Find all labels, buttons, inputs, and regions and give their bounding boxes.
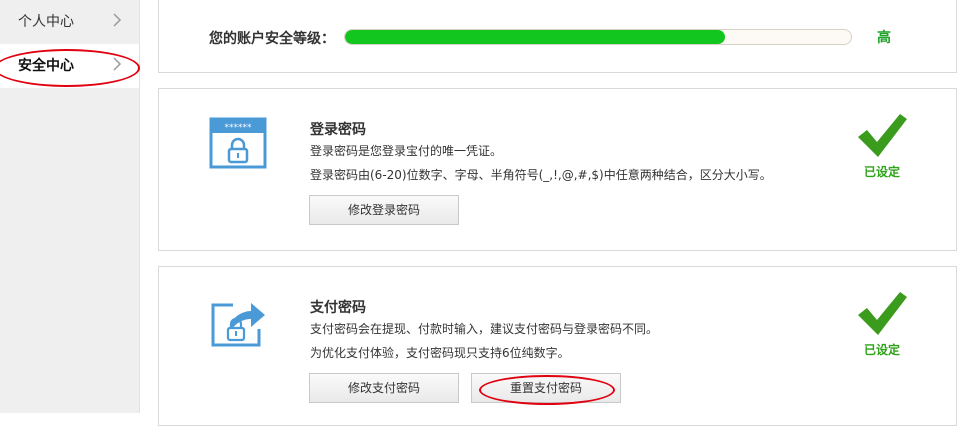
password-lock-icon: ******: [209, 117, 267, 169]
checkmark-icon: [858, 292, 907, 335]
password-mask-text: ******: [225, 123, 253, 133]
sidebar-item-security-center[interactable]: 安全中心: [0, 44, 139, 88]
card-title: 登录密码: [310, 122, 366, 138]
security-level-bar: [344, 29, 852, 45]
sidebar-item-label: 安全中心: [18, 58, 74, 74]
status-set: 已设定: [852, 289, 912, 369]
modify-login-password-button[interactable]: 修改登录密码: [309, 195, 459, 225]
chevron-right-icon: [113, 13, 122, 27]
status-text: 已设定: [863, 165, 900, 179]
security-level-value: 高: [877, 30, 891, 46]
card-description: 登录密码由(6-20)位数字、字母、半角符号(_,!,@,#,$)中任意两种结合…: [310, 168, 772, 182]
card-description: 为优化支付体验，支付密码现只支持6位纯数字。: [310, 346, 570, 360]
pay-password-card: 支付密码 支付密码会在提现、付款时输入，建议支付密码与登录密码不同。 为优化支付…: [158, 266, 957, 426]
security-level-label: 您的账户安全等级：: [209, 31, 335, 47]
login-password-card: ****** 登录密码 登录密码是您登录宝付的唯一凭证。 登录密码由(6-20)…: [158, 88, 957, 251]
status-set: 已设定: [852, 111, 912, 191]
sidebar-item-personal-center[interactable]: 个人中心: [0, 0, 139, 44]
card-description: 登录密码是您登录宝付的唯一凭证。: [310, 144, 503, 158]
card-description: 支付密码会在提现、付款时输入，建议支付密码与登录密码不同。: [310, 322, 659, 336]
sidebar: 个人中心 安全中心: [0, 0, 140, 413]
checkmark-icon: [858, 114, 907, 157]
sidebar-item-label: 个人中心: [18, 14, 74, 30]
security-level-fill: [345, 30, 725, 44]
share-lock-icon: [211, 303, 265, 347]
status-text: 已设定: [863, 343, 900, 357]
security-level-card: 您的账户安全等级： 高: [158, 0, 957, 73]
reset-pay-password-button[interactable]: 重置支付密码: [471, 373, 621, 403]
card-title: 支付密码: [310, 300, 366, 316]
modify-pay-password-button[interactable]: 修改支付密码: [309, 373, 459, 403]
chevron-right-icon: [113, 57, 122, 71]
